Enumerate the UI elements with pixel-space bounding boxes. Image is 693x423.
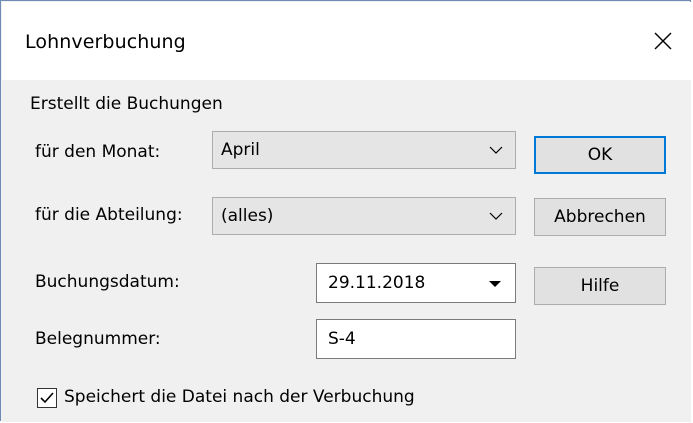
ok-button[interactable]: OK [534, 136, 666, 174]
department-select[interactable]: (alles) [212, 197, 516, 235]
dialog-body: Erstellt die Buchungen für den Monat: Ap… [2, 80, 691, 422]
close-button[interactable] [637, 2, 691, 80]
help-button[interactable]: Hilfe [534, 267, 666, 305]
chevron-down-icon [489, 146, 503, 154]
voucher-number-value: S-4 [328, 329, 356, 349]
department-select-value: (alles) [221, 206, 274, 226]
dropdown-arrow-icon[interactable] [489, 281, 501, 287]
cancel-button[interactable]: Abbrechen [534, 198, 666, 236]
group-caption: Erstellt die Buchungen [30, 94, 223, 114]
month-select[interactable]: April [212, 131, 516, 169]
booking-date-value: 29.11.2018 [328, 273, 426, 293]
title-bar: Lohnverbuchung [2, 2, 691, 80]
voucher-number-label: Belegnummer: [35, 329, 161, 349]
chevron-down-icon [489, 212, 503, 220]
save-after-booking-label[interactable]: Speichert die Datei nach der Verbuchung [64, 386, 415, 408]
booking-date-label: Buchungsdatum: [35, 272, 180, 292]
save-after-booking-checkbox[interactable] [37, 388, 57, 408]
checkmark-icon [40, 392, 54, 404]
booking-date-picker[interactable]: 29.11.2018 [316, 263, 516, 303]
lohnverbuchung-dialog: Lohnverbuchung Erstellt die Buchungen fü… [0, 0, 691, 422]
department-label: für die Abteilung: [35, 205, 183, 225]
month-select-value: April [221, 140, 260, 160]
month-label: für den Monat: [35, 142, 161, 162]
voucher-number-field[interactable]: S-4 [316, 319, 516, 359]
close-icon [654, 32, 672, 50]
window-title: Lohnverbuchung [25, 31, 186, 53]
